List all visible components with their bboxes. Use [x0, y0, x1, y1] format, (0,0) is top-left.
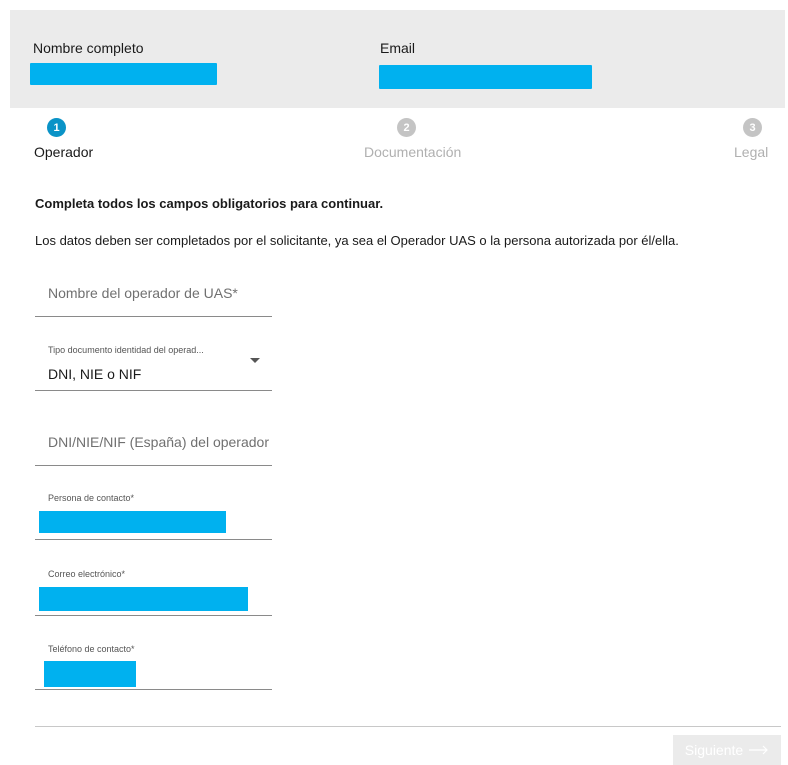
document-number-input[interactable]: DNI/NIE/NIF (España) del operador — [35, 420, 272, 466]
contact-person-label: Persona de contacto* — [48, 493, 135, 503]
email-input[interactable]: Correo electrónico* — [35, 560, 272, 616]
step-number-1: 1 — [47, 118, 66, 137]
step-label-legal: Legal — [734, 144, 769, 160]
footer-divider — [35, 726, 781, 727]
document-type-label: Tipo documento identidad del operad... — [48, 345, 204, 355]
step-operador[interactable]: 1 Operador — [34, 118, 93, 160]
operator-name-placeholder: Nombre del operador de UAS* — [48, 285, 238, 301]
arrow-right-icon — [749, 745, 769, 755]
document-type-value: DNI, NIE o NIF — [48, 366, 142, 382]
step-number-3: 3 — [743, 118, 762, 137]
document-number-placeholder: DNI/NIE/NIF (España) del operador — [48, 434, 269, 450]
dropdown-caret-icon[interactable] — [250, 358, 260, 363]
form-instructions-text: Los datos deben ser completados por el s… — [35, 233, 679, 248]
contact-person-input[interactable]: Persona de contacto* — [35, 483, 272, 540]
step-legal[interactable]: 3 Legal — [734, 118, 768, 160]
document-type-select[interactable]: Tipo documento identidad del operad... D… — [35, 334, 272, 391]
step-label-operador: Operador — [34, 144, 94, 160]
next-button-label: Siguiente — [684, 742, 744, 758]
step-number-2: 2 — [397, 118, 416, 137]
next-button[interactable]: Siguiente — [673, 735, 781, 765]
operator-name-input[interactable]: Nombre del operador de UAS* — [35, 273, 272, 317]
contact-person-value-redacted — [39, 511, 226, 533]
email-field-value-redacted — [39, 587, 248, 611]
email-label: Email — [380, 40, 416, 56]
phone-field-value-redacted — [44, 661, 136, 687]
phone-input[interactable]: Teléfono de contacto* — [35, 635, 272, 690]
step-label-documentacion: Documentación — [364, 144, 462, 160]
step-documentacion[interactable]: 2 Documentación — [364, 118, 461, 160]
email-field-label: Correo electrónico* — [48, 569, 126, 579]
email-value-redacted — [379, 65, 592, 89]
full-name-value-redacted — [30, 63, 217, 85]
full-name-label: Nombre completo — [33, 40, 144, 56]
form-instructions-heading: Completa todos los campos obligatorios p… — [35, 196, 384, 211]
user-summary-panel: Nombre completo Email — [10, 10, 785, 108]
phone-field-label: Teléfono de contacto* — [48, 644, 135, 654]
